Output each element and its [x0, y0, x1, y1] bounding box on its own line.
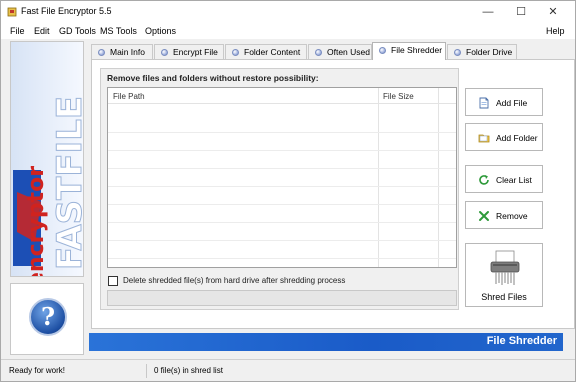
help-icon[interactable]: ? — [29, 298, 67, 336]
menu-ms-tools[interactable]: MS Tools — [100, 26, 137, 36]
tab-main-info[interactable]: Main Info — [91, 44, 153, 59]
shred-files-button[interactable]: Shred Files — [465, 243, 543, 307]
tab-label: Main Info — [110, 47, 145, 57]
grid-line — [108, 204, 456, 205]
menu-options[interactable]: Options — [145, 26, 176, 36]
shred-list[interactable]: File Path File Size — [107, 87, 457, 268]
help-panel: ? — [10, 283, 84, 355]
tab-bullet-icon — [454, 49, 461, 56]
tab-file-shredder[interactable]: File Shredder — [372, 42, 446, 60]
delete-after-shred-option[interactable]: Delete shredded file(s) from hard drive … — [107, 272, 459, 290]
minimize-button[interactable]: — — [475, 4, 501, 20]
shred-files-label: Shred Files — [481, 292, 527, 302]
column-divider — [378, 88, 379, 267]
menu-bar: File Edit GD Tools MS Tools Options Help — [1, 23, 575, 39]
tab-bullet-icon — [161, 49, 168, 56]
title-bar: Fast File Encryptor 5.5 — ☐ ✕ — [1, 1, 575, 23]
shredder-icon — [490, 250, 520, 285]
refresh-icon — [479, 175, 489, 185]
clear-list-button[interactable]: Clear List — [465, 165, 543, 193]
grid-line — [108, 186, 456, 187]
grid-line — [108, 150, 456, 151]
group-title: Remove files and folders without restore… — [107, 73, 319, 83]
window-title: Fast File Encryptor 5.5 — [21, 6, 112, 16]
add-folder-icon — [478, 134, 490, 143]
app-icon — [7, 7, 17, 17]
fastfile-logo: encryptor FASTFILE — [11, 42, 84, 277]
grid-line — [108, 222, 456, 223]
banner-title: File Shredder — [486, 335, 557, 347]
menu-edit[interactable]: Edit — [34, 26, 50, 36]
remove-x-icon — [479, 211, 489, 221]
logo-panel: encryptor FASTFILE — [10, 41, 84, 277]
tab-label: File Shredder — [391, 45, 443, 55]
tab-folder-drive[interactable]: Folder Drive — [447, 44, 517, 59]
grid-line — [108, 132, 456, 133]
grid-line — [108, 240, 456, 241]
tab-label: Often Used — [327, 47, 370, 57]
column-divider — [438, 88, 439, 267]
tab-label: Folder Drive — [466, 47, 513, 57]
add-folder-label: Add Folder — [496, 133, 538, 143]
grid-line — [108, 258, 456, 259]
column-header-file-path[interactable]: File Path — [113, 92, 145, 101]
menu-file[interactable]: File — [10, 26, 25, 36]
column-header-file-size[interactable]: File Size — [383, 92, 414, 101]
tab-encrypt-file[interactable]: Encrypt File — [154, 44, 224, 59]
remove-label: Remove — [496, 211, 528, 221]
tab-bullet-icon — [98, 49, 105, 56]
close-button[interactable]: ✕ — [540, 4, 566, 20]
status-file-count: 0 file(s) in shred list — [154, 366, 223, 375]
add-file-label: Add File — [496, 98, 528, 108]
tab-bar: Main Info Encrypt File Folder Content Of… — [91, 42, 575, 60]
menu-help[interactable]: Help — [546, 26, 565, 36]
tab-label: Encrypt File — [173, 47, 218, 57]
logo-sub-text: encryptor — [24, 166, 49, 277]
add-folder-button[interactable]: Add Folder — [465, 123, 543, 151]
tab-label: Folder Content — [244, 47, 301, 57]
clear-list-label: Clear List — [496, 175, 532, 185]
section-banner: File Shredder — [89, 333, 563, 351]
add-file-button[interactable]: Add File — [465, 88, 543, 116]
logo-main-text: FASTFILE — [50, 96, 84, 270]
delete-after-shred-label: Delete shredded file(s) from hard drive … — [123, 276, 346, 285]
add-file-icon — [479, 97, 489, 109]
delete-after-shred-checkbox[interactable] — [108, 276, 118, 286]
status-bar: Ready for work! 0 file(s) in shred list — [1, 359, 575, 381]
tab-often-used[interactable]: Often Used — [308, 44, 372, 59]
grid-line — [108, 168, 456, 169]
maximize-button[interactable]: ☐ — [508, 4, 534, 20]
tab-bullet-icon — [315, 49, 322, 56]
tab-bullet-icon — [232, 49, 239, 56]
list-header: File Path File Size — [108, 88, 456, 104]
tab-folder-content[interactable]: Folder Content — [225, 44, 307, 59]
tab-bullet-icon — [379, 47, 386, 54]
app-window: Fast File Encryptor 5.5 — ☐ ✕ File Edit … — [0, 0, 576, 382]
remove-button[interactable]: Remove — [465, 201, 543, 229]
status-message: Ready for work! — [3, 364, 147, 378]
menu-gd-tools[interactable]: GD Tools — [59, 26, 96, 36]
shred-progress-bar — [107, 290, 457, 306]
